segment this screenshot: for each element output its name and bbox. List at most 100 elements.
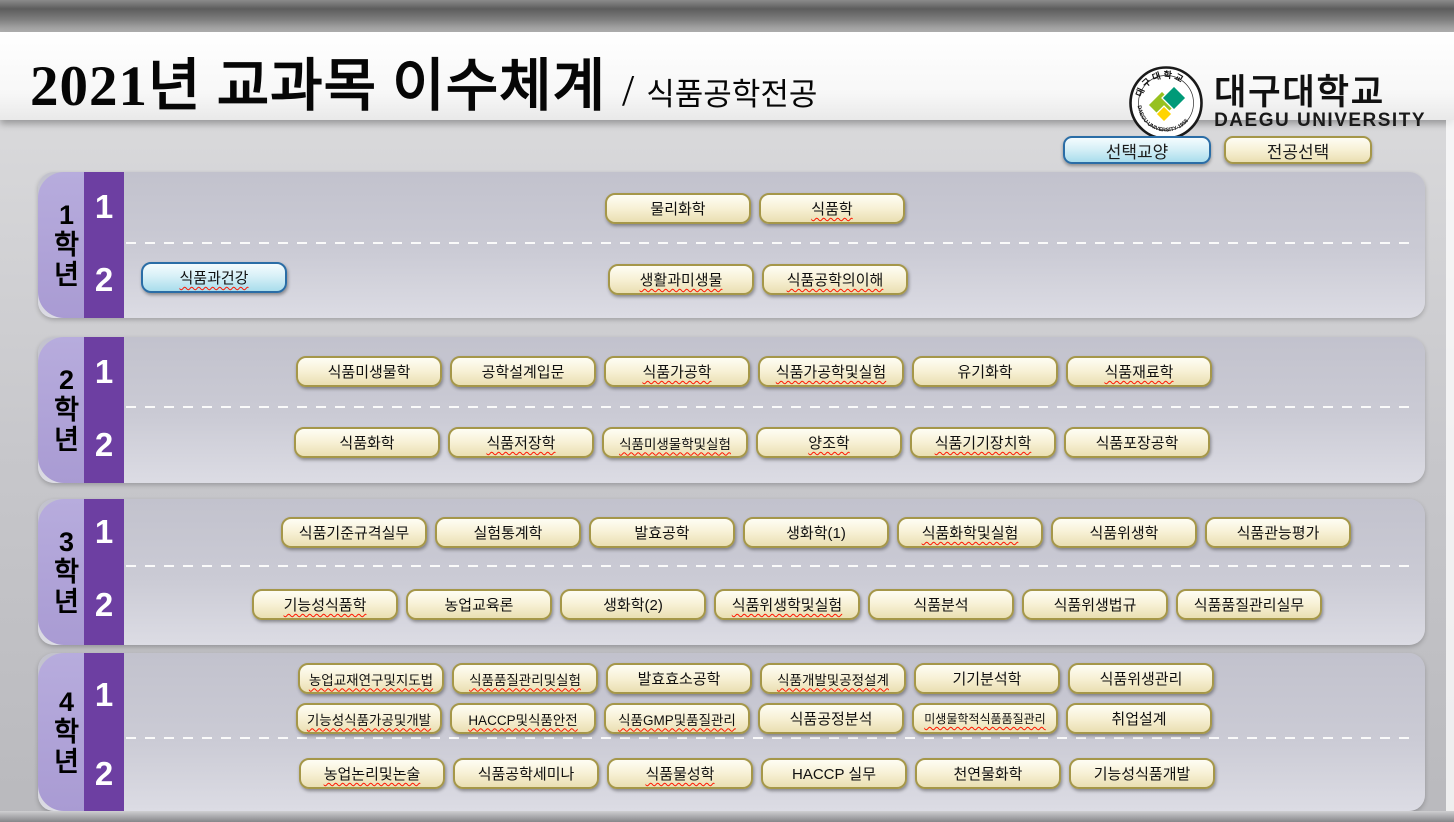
course-label: 식품위생학 <box>1089 522 1158 543</box>
course-식품공학의이해[interactable]: 식품공학의이해 <box>762 264 908 295</box>
course-label: 식품학 <box>811 198 852 219</box>
course-물리화학[interactable]: 물리화학 <box>605 193 751 224</box>
title-subtitle: 식품공학전공 <box>646 69 817 114</box>
course-row-sem-2: 식품화학 식품저장학 식품미생물학및실험 양조학 식품기기장치학 식품포장공학 <box>294 427 1210 458</box>
course-식품포장공학[interactable]: 식품포장공학 <box>1064 427 1210 458</box>
course-label: 식품품질관리및실험 <box>469 669 581 689</box>
page-title: 2021년 교과목 이수체계 / 식품공학전공 <box>30 40 817 122</box>
course-HACCP및식품안전[interactable]: HACCP및식품안전 <box>450 703 596 734</box>
semester-divider <box>126 406 1417 408</box>
course-식품품질관리실무[interactable]: 식품품질관리실무 <box>1176 589 1322 620</box>
year-label-char: 학 <box>54 717 79 747</box>
course-식품미생물학및실험[interactable]: 식품미생물학및실험 <box>602 427 748 458</box>
course-농업교육론[interactable]: 농업교육론 <box>406 589 552 620</box>
course-취업설계[interactable]: 취업설계 <box>1066 703 1212 734</box>
course-label: 식품위생학및실험 <box>732 594 842 615</box>
university-logo: 대구대학교 DAEGU·UNIVERSITY·1956 대구대학교 DAEGU … <box>1128 65 1426 141</box>
course-label: 생활과미생물 <box>640 269 723 290</box>
course-label: 식품미생물학 <box>328 361 411 382</box>
course-공학설계입문[interactable]: 공학설계입문 <box>450 356 596 387</box>
semester-2-number: 2 <box>84 263 124 297</box>
year-label-char: 년 <box>54 260 79 290</box>
course-식품공학세미나[interactable]: 식품공학세미나 <box>453 758 599 789</box>
course-식품위생학[interactable]: 식품위생학 <box>1051 517 1197 548</box>
course-식품GMP및품질관리[interactable]: 식품GMP및품질관리 <box>604 703 750 734</box>
course-기기분석학[interactable]: 기기분석학 <box>914 663 1060 694</box>
course-label: 미생물학적식품품질관리 <box>924 710 1045 727</box>
university-name: 대구대학교 DAEGU UNIVERSITY <box>1214 75 1426 131</box>
course-식품과건강[interactable]: 식품과건강 <box>141 262 287 293</box>
year-label-char: 학 <box>54 395 79 425</box>
year-label-char: 3 <box>59 527 74 557</box>
semester-1-number: 1 <box>84 515 124 549</box>
course-식품미생물학[interactable]: 식품미생물학 <box>296 356 442 387</box>
course-식품저장학[interactable]: 식품저장학 <box>448 427 594 458</box>
course-label: 농업논리및논술 <box>324 763 421 784</box>
course-식품화학[interactable]: 식품화학 <box>294 427 440 458</box>
course-발효공학[interactable]: 발효공학 <box>589 517 735 548</box>
semester-1-number: 1 <box>84 190 124 224</box>
course-농업논리및논술[interactable]: 농업논리및논술 <box>299 758 445 789</box>
course-label: 기능성식품가공및개발 <box>307 709 431 729</box>
course-식품위생관리[interactable]: 식품위생관리 <box>1068 663 1214 694</box>
course-생화학(2)[interactable]: 생화학(2) <box>560 589 706 620</box>
course-label: 식품과건강 <box>179 267 248 288</box>
legend: 선택교양 전공선택 <box>1063 136 1372 164</box>
course-실험통계학[interactable]: 실험통계학 <box>435 517 581 548</box>
course-식품공정분석[interactable]: 식품공정분석 <box>758 703 904 734</box>
course-label: 식품관능평가 <box>1237 522 1320 543</box>
course-식품관능평가[interactable]: 식품관능평가 <box>1205 517 1351 548</box>
course-기능성식품가공및개발[interactable]: 기능성식품가공및개발 <box>296 703 442 734</box>
course-유기화학[interactable]: 유기화학 <box>912 356 1058 387</box>
course-양조학[interactable]: 양조학 <box>756 427 902 458</box>
course-발효효소공학[interactable]: 발효효소공학 <box>606 663 752 694</box>
course-식품기기장치학[interactable]: 식품기기장치학 <box>910 427 1056 458</box>
course-row-sem-1: 물리화학 식품학 <box>605 193 905 224</box>
course-천연물화학[interactable]: 천연물화학 <box>915 758 1061 789</box>
course-식품품질관리및실험[interactable]: 식품품질관리및실험 <box>452 663 598 694</box>
course-label: 생화학(1) <box>786 522 846 543</box>
semester-2-number: 2 <box>84 588 124 622</box>
course-식품가공학[interactable]: 식품가공학 <box>604 356 750 387</box>
course-식품재료학[interactable]: 식품재료학 <box>1066 356 1212 387</box>
year-4-semester-column: 12 <box>84 653 124 811</box>
right-edge-strip <box>1446 120 1454 811</box>
course-식품분석[interactable]: 식품분석 <box>868 589 1014 620</box>
course-row-sem-2: 기능성식품학 농업교육론 생화학(2) 식품위생학및실험 식품분석 식품위생법규 식품품질관… <box>252 589 1322 620</box>
course-기능성식품개발[interactable]: 기능성식품개발 <box>1069 758 1215 789</box>
course-생화학(1)[interactable]: 생화학(1) <box>743 517 889 548</box>
course-생활과미생물[interactable]: 생활과미생물 <box>608 264 754 295</box>
year-label-char: 년 <box>54 747 79 777</box>
course-HACCP 실무[interactable]: HACCP 실무 <box>761 758 907 789</box>
course-식품위생학및실험[interactable]: 식품위생학및실험 <box>714 589 860 620</box>
title-separator: / <box>622 65 634 116</box>
course-미생물학적식품품질관리[interactable]: 미생물학적식품품질관리 <box>912 703 1058 734</box>
course-농업교재연구및지도법[interactable]: 농업교재연구및지도법 <box>298 663 444 694</box>
course-row-sem-2: 생활과미생물 식품공학의이해 <box>608 264 908 295</box>
course-label: 식품재료학 <box>1104 361 1173 382</box>
course-label: HACCP 실무 <box>792 763 876 784</box>
course-식품학[interactable]: 식품학 <box>759 193 905 224</box>
course-label: 식품기준규격실무 <box>299 522 409 543</box>
course-식품물성학[interactable]: 식품물성학 <box>607 758 753 789</box>
year-label-char: 년 <box>54 587 79 617</box>
course-label: 식품포장공학 <box>1096 432 1179 453</box>
bottom-bar <box>0 811 1454 822</box>
course-label: 식품화학및실험 <box>922 522 1019 543</box>
course-식품가공학및실험[interactable]: 식품가공학및실험 <box>758 356 904 387</box>
course-식품개발및공정설계[interactable]: 식품개발및공정설계 <box>760 663 906 694</box>
year-3-semester-column: 12 <box>84 499 124 645</box>
course-식품화학및실험[interactable]: 식품화학및실험 <box>897 517 1043 548</box>
year-label-char: 년 <box>54 425 79 455</box>
year-label-char: 4 <box>59 687 74 717</box>
year-label-char: 학 <box>54 557 79 587</box>
course-label: 식품위생관리 <box>1100 668 1183 689</box>
course-row-sem-1: 농업교재연구및지도법 식품품질관리및실험 발효효소공학 식품개발및공정설계 기기분석학 식… <box>298 663 1214 694</box>
legend-major-elective-button[interactable]: 전공선택 <box>1224 136 1372 164</box>
course-기능성식품학[interactable]: 기능성식품학 <box>252 589 398 620</box>
course-식품기준규격실무[interactable]: 식품기준규격실무 <box>281 517 427 548</box>
header: 2021년 교과목 이수체계 / 식품공학전공 대구대학교 DAEGU·UNIV… <box>0 32 1454 120</box>
course-식품위생법규[interactable]: 식품위생법규 <box>1022 589 1168 620</box>
course-label: 식품GMP및품질관리 <box>618 709 736 729</box>
legend-elective-liberal-button[interactable]: 선택교양 <box>1063 136 1211 164</box>
